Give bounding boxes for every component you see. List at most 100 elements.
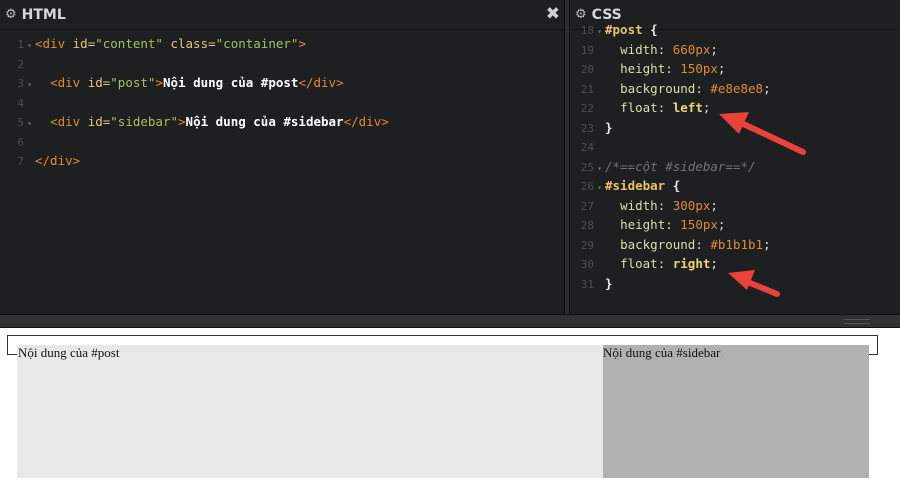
code-token: 150px bbox=[680, 61, 718, 76]
code-token: height: bbox=[620, 217, 681, 232]
code-line[interactable]: 1 ▾ <div id="content" class="container"> bbox=[0, 34, 564, 54]
code-token: width: bbox=[620, 197, 673, 213]
code-line[interactable]: 21 background: #e8e8e8; bbox=[570, 79, 900, 99]
line-number: 25 bbox=[580, 160, 594, 174]
line-number: 7 bbox=[17, 155, 24, 168]
code-token: background: bbox=[620, 80, 711, 96]
code-token: class= bbox=[162, 36, 216, 51]
line-number: 1 bbox=[17, 38, 24, 51]
code-line[interactable]: 20 height: 150px; bbox=[570, 59, 900, 79]
code-line[interactable]: 27 width: 300px; bbox=[570, 196, 900, 216]
code-token: id= bbox=[87, 75, 111, 90]
code-line[interactable]: 31} bbox=[570, 274, 900, 294]
gear-icon[interactable]: ⚙ bbox=[5, 7, 17, 22]
line-number: 3 bbox=[17, 77, 24, 90]
code-token: left bbox=[672, 100, 703, 115]
line-number: 28 bbox=[580, 219, 594, 232]
code-token: > bbox=[178, 114, 186, 129]
code-token: } bbox=[605, 119, 613, 135]
code-token: 300px bbox=[672, 197, 711, 213]
code-line[interactable]: 3 ▾ <div id="post">Nội dung của #post</di… bbox=[0, 73, 564, 93]
line-number: 24 bbox=[580, 141, 594, 154]
code-line[interactable]: 28 height: 150px; bbox=[570, 215, 900, 235]
line-number: 22 bbox=[580, 102, 594, 115]
code-token: ; bbox=[710, 256, 718, 271]
line-number: 21 bbox=[580, 82, 594, 96]
code-line[interactable]: 4 bbox=[0, 93, 564, 113]
code-line[interactable]: 19 width: 660px; bbox=[570, 40, 900, 60]
code-line[interactable]: 30 float: right; bbox=[570, 254, 900, 274]
line-number: 20 bbox=[580, 63, 594, 76]
code-token: Nội dung của #sidebar bbox=[185, 114, 344, 129]
sidebar-box: Nội dung của #sidebar bbox=[603, 345, 869, 478]
code-token: right bbox=[672, 256, 711, 271]
preview-pane: Nội dung của #post Nội dung của #sidebar bbox=[0, 328, 900, 497]
line-number: 26 bbox=[580, 180, 594, 193]
line-number: 29 bbox=[580, 238, 594, 252]
html-panel-title: HTML bbox=[21, 6, 66, 23]
css-code-editor[interactable]: 18 ▾ #post {19 width: 660px; 20 height: 150… bbox=[570, 20, 900, 293]
code-token: "content" bbox=[95, 36, 163, 51]
code-token: ; bbox=[763, 80, 771, 96]
code-token: </div> bbox=[35, 153, 81, 168]
code-line[interactable]: 26 ▾ #sidebar { bbox=[570, 176, 900, 196]
code-line[interactable]: 18 ▾ #post { bbox=[570, 20, 900, 40]
code-token: { bbox=[672, 178, 681, 193]
code-token: ; bbox=[710, 197, 718, 213]
code-line[interactable]: 25 ▾/*==cột #sidebar==*/ bbox=[570, 157, 900, 177]
line-number: 2 bbox=[17, 57, 24, 71]
code-token: #b1b1b1 bbox=[710, 236, 764, 252]
code-token: "post" bbox=[110, 75, 156, 90]
code-line[interactable]: 5 ▾ <div id="sidebar">Nội dung của #sideb… bbox=[0, 112, 564, 132]
code-line[interactable]: 24 bbox=[570, 137, 900, 157]
horizontal-splitter[interactable] bbox=[0, 314, 900, 328]
grip-icon[interactable] bbox=[844, 319, 870, 324]
code-token: id= bbox=[72, 36, 96, 51]
code-token: ; bbox=[710, 41, 718, 57]
code-token: "container" bbox=[215, 36, 299, 51]
code-line[interactable]: 29 background: #b1b1b1; bbox=[570, 235, 900, 255]
code-token: ; bbox=[717, 217, 726, 232]
html-panel: ⚙ HTML ✖ 1 ▾ <div id="content" class="cont… bbox=[0, 0, 564, 314]
post-box: Nội dung của #post bbox=[17, 345, 603, 478]
code-token: </div> bbox=[343, 114, 389, 129]
code-line[interactable]: 2 bbox=[0, 54, 564, 74]
line-number: 18 bbox=[580, 24, 594, 37]
close-icon[interactable]: ✖ bbox=[546, 4, 560, 24]
code-line[interactable]: 23} bbox=[570, 118, 900, 138]
code-token: /*==cột #sidebar==*/ bbox=[605, 158, 756, 174]
code-token: </div> bbox=[298, 75, 344, 90]
code-line[interactable]: 6 bbox=[0, 132, 564, 152]
line-number: 19 bbox=[580, 43, 594, 57]
code-token: Nội dung của #post bbox=[162, 75, 299, 90]
html-code-editor[interactable]: 1 ▾ <div id="content" class="container"> 2 3… bbox=[0, 30, 564, 171]
code-token: <div bbox=[50, 114, 88, 129]
code-token: #sidebar bbox=[605, 178, 673, 193]
sidebar-text: Nội dung của #sidebar bbox=[603, 345, 721, 360]
line-number: 6 bbox=[17, 135, 24, 149]
code-token: float: bbox=[620, 256, 673, 271]
code-token: 660px bbox=[672, 41, 711, 57]
html-panel-header: ⚙ HTML ✖ bbox=[0, 0, 564, 30]
line-number: 27 bbox=[580, 199, 594, 213]
code-token: { bbox=[650, 22, 658, 37]
line-number: 30 bbox=[580, 258, 594, 271]
code-token: ; bbox=[717, 61, 726, 76]
line-number: 23 bbox=[580, 121, 594, 135]
code-token: > bbox=[155, 75, 163, 90]
code-token: #post bbox=[605, 22, 651, 37]
code-token: #e8e8e8 bbox=[710, 80, 764, 96]
code-token: "sidebar" bbox=[110, 114, 179, 129]
code-line[interactable]: 22 float: left; bbox=[570, 98, 900, 118]
line-number: 31 bbox=[580, 277, 594, 291]
code-token: <div bbox=[35, 36, 73, 51]
line-number: 5 bbox=[17, 116, 24, 129]
code-line[interactable]: 7 </div> bbox=[0, 151, 564, 171]
